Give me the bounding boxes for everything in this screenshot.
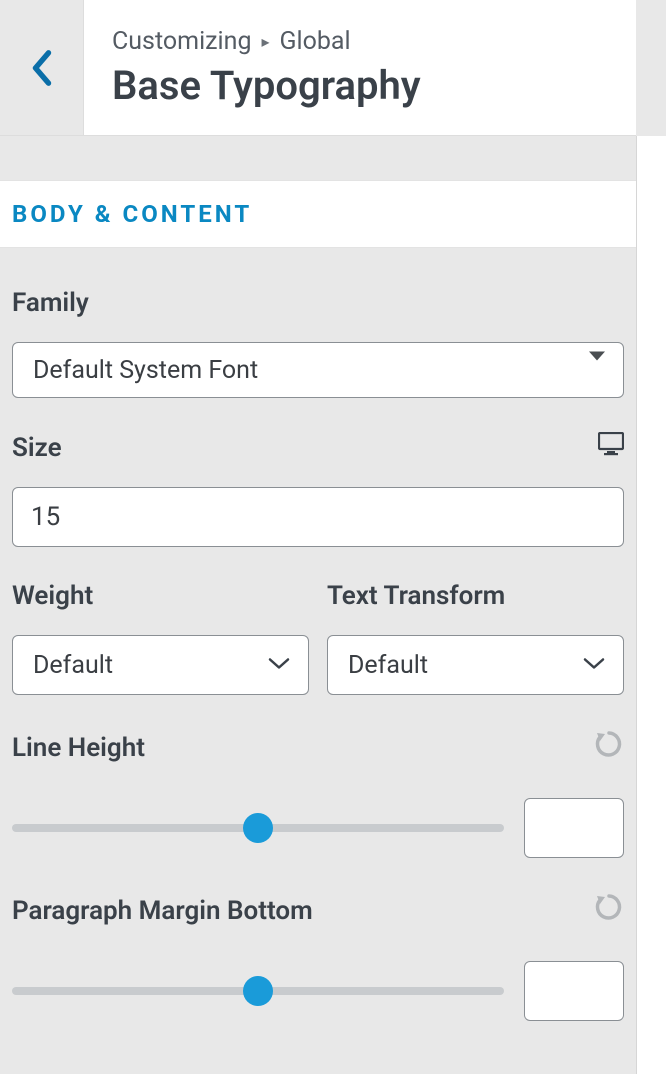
- paragraph-margin-bottom-slider[interactable]: [12, 987, 504, 995]
- line-height-reset-button[interactable]: [594, 729, 624, 766]
- breadcrumb-section: Global: [280, 27, 351, 56]
- paragraph-margin-bottom-reset-button[interactable]: [594, 892, 624, 929]
- size-input[interactable]: [12, 487, 624, 547]
- family-select-value: Default System Font: [33, 356, 258, 385]
- paragraph-margin-bottom-label: Paragraph Margin Bottom: [12, 896, 313, 926]
- chevron-left-icon: [29, 48, 55, 88]
- size-label: Size: [12, 433, 62, 463]
- field-line-height: Line Height: [12, 729, 624, 858]
- field-paragraph-margin-bottom: Paragraph Margin Bottom: [12, 892, 624, 1021]
- text-transform-select[interactable]: Default: [327, 635, 624, 695]
- field-weight: Weight Default: [12, 581, 309, 695]
- back-button[interactable]: [0, 0, 84, 135]
- weight-select-value: Default: [33, 651, 113, 680]
- breadcrumb-root: Customizing: [112, 27, 251, 56]
- breadcrumb-separator-icon: ▸: [261, 32, 269, 51]
- field-text-transform: Text Transform Default: [327, 581, 624, 695]
- responsive-device-button[interactable]: [598, 432, 624, 463]
- text-transform-label: Text Transform: [327, 581, 624, 611]
- preview-pane-edge: [636, 136, 666, 1074]
- panel-header: Customizing ▸ Global Base Typography: [0, 0, 636, 136]
- desktop-icon: [598, 432, 624, 456]
- spacer: [0, 136, 636, 180]
- line-height-slider[interactable]: [12, 824, 504, 832]
- family-label: Family: [12, 288, 624, 318]
- chevron-down-icon: [583, 656, 605, 675]
- weight-label: Weight: [12, 581, 309, 611]
- field-size: Size: [12, 432, 624, 547]
- paragraph-margin-bottom-slider-thumb[interactable]: [243, 976, 273, 1006]
- chevron-down-icon: [268, 656, 290, 675]
- text-transform-select-value: Default: [348, 651, 428, 680]
- weight-select[interactable]: Default: [12, 635, 309, 695]
- line-height-slider-thumb[interactable]: [243, 813, 273, 843]
- line-height-value-input[interactable]: [524, 798, 624, 858]
- reset-icon: [594, 729, 624, 759]
- paragraph-margin-bottom-value-input[interactable]: [524, 961, 624, 1021]
- dropdown-triangle-icon: [589, 361, 605, 380]
- section-heading-body-content: BODY & CONTENT: [0, 180, 636, 248]
- line-height-label: Line Height: [12, 733, 145, 763]
- field-family: Family Default System Font: [12, 288, 624, 398]
- reset-icon: [594, 892, 624, 922]
- breadcrumb: Customizing ▸ Global: [112, 27, 636, 56]
- panel-header-text: Customizing ▸ Global Base Typography: [84, 0, 636, 135]
- family-select[interactable]: Default System Font: [12, 342, 624, 398]
- panel-title: Base Typography: [112, 62, 636, 109]
